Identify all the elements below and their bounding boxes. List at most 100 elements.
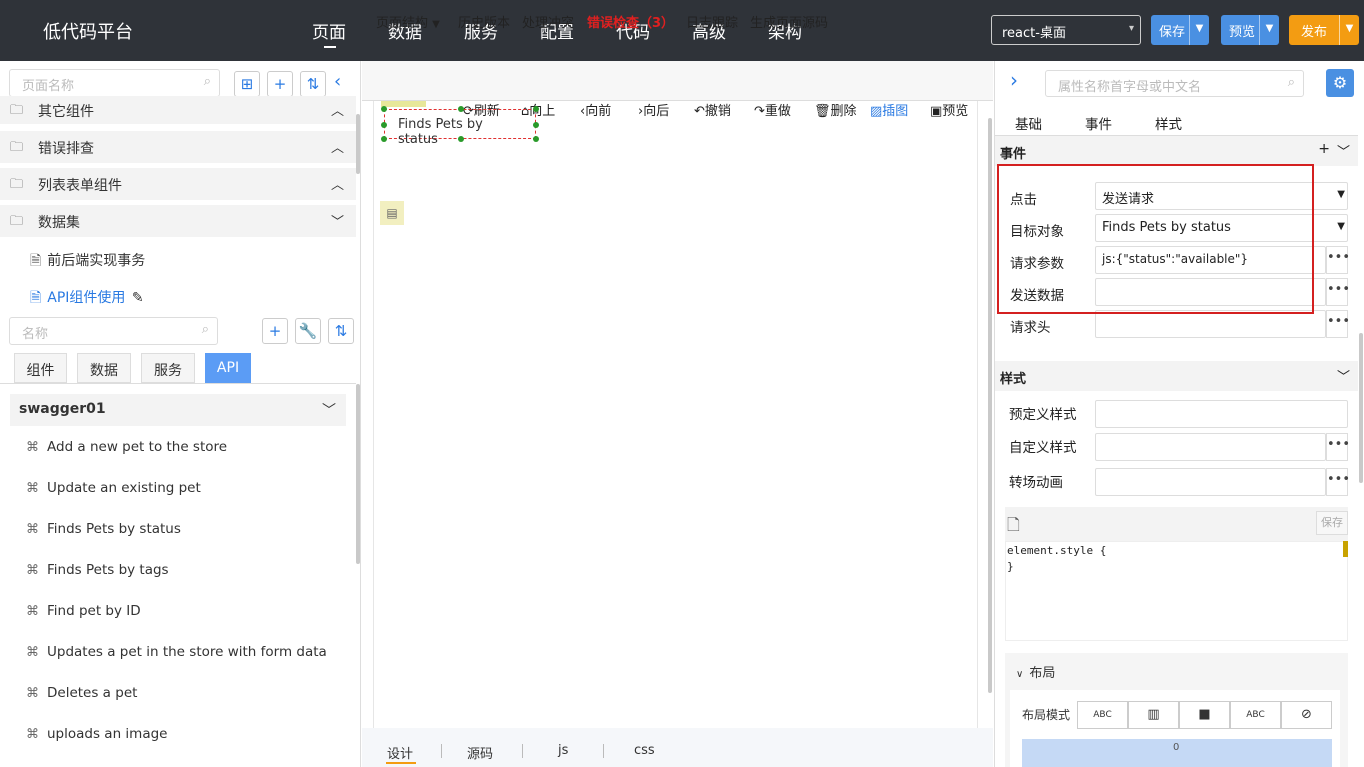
request-header-field[interactable] (1095, 310, 1326, 338)
resolve-conflicts[interactable]: 处理冲突 (522, 12, 574, 31)
caret-down-icon[interactable]: ▼ (1259, 15, 1279, 45)
tab-components[interactable]: 组件 (14, 353, 67, 383)
tab-source[interactable]: 源码 (467, 743, 493, 762)
plus-icon[interactable]: + (1318, 141, 1330, 157)
api-item[interactable]: ⌘ Finds Pets by tags (26, 562, 169, 578)
generate-source[interactable]: 生成页面源码 (750, 12, 828, 31)
api-group-header[interactable]: swagger01 ﹀ (10, 394, 346, 426)
resize-handle[interactable] (533, 122, 539, 128)
more-icon[interactable]: ••• (1326, 310, 1350, 338)
page-item[interactable]: 🗎 前后端实现事务 (30, 250, 145, 274)
transition-field[interactable] (1095, 468, 1326, 496)
custom-style-field[interactable] (1095, 433, 1326, 461)
tab-events[interactable]: 事件 (1085, 113, 1112, 133)
tab-js[interactable]: js (558, 743, 568, 758)
resize-handle[interactable] (533, 136, 539, 142)
caret-down-icon[interactable]: ▼ (1189, 15, 1209, 45)
resize-handle[interactable] (381, 136, 387, 142)
more-icon[interactable]: ••• (1326, 468, 1350, 496)
box-margin-value[interactable]: 0 (1173, 742, 1179, 753)
editor-toolbar (362, 61, 993, 101)
property-search-input[interactable]: 属性名称首字母或中文名 ⌕ (1045, 70, 1304, 97)
tab-basic[interactable]: 基础 (1015, 113, 1042, 133)
caret-down-icon[interactable]: ▼ (1339, 15, 1359, 45)
category-list-form[interactable]: 🗀 列表表单组件 ︿ (0, 168, 356, 200)
add-folder-icon[interactable]: ⊞ (234, 71, 260, 97)
preview-canvas-button[interactable]: ▣预览 (930, 100, 968, 119)
undo-button[interactable]: ↶撤销 (694, 100, 731, 119)
insert-image-button[interactable]: ▨插图 (870, 100, 908, 119)
page-item-active[interactable]: 🗎 API组件使用 ✎ (30, 287, 144, 311)
category-other[interactable]: 🗀 其它组件 ︿ (0, 96, 356, 124)
resize-handle[interactable] (458, 136, 464, 142)
more-icon[interactable]: ••• (1326, 246, 1350, 274)
tab-css[interactable]: css (634, 743, 655, 758)
more-icon[interactable]: ••• (1326, 278, 1350, 306)
api-item[interactable]: ⌘ Add a new pet to the store (26, 439, 227, 455)
style-section-header[interactable]: 样式 ﹀ (995, 361, 1358, 391)
scrollbar[interactable] (356, 384, 360, 564)
search-icon: ⌕ (203, 74, 211, 89)
api-item[interactable]: ⌘ Deletes a pet (26, 685, 137, 701)
redo-button[interactable]: ↷重做 (754, 100, 791, 119)
resize-handle[interactable] (533, 106, 539, 112)
more-icon[interactable]: ••• (1326, 433, 1350, 461)
sort-icon[interactable]: ⇅ (300, 71, 326, 97)
scrollbar[interactable] (356, 114, 360, 174)
component-search-input[interactable]: 名称 ⌕ (9, 317, 218, 345)
css-editor[interactable]: element.style { } (1005, 541, 1348, 641)
preview-button[interactable]: 预览 ▼ (1221, 15, 1279, 45)
add-icon[interactable]: + (262, 318, 288, 344)
editor-marker (1343, 541, 1348, 557)
layout-inline-block-button[interactable]: ABC (1230, 701, 1281, 729)
predefined-style-field[interactable] (1095, 400, 1348, 428)
pencil-icon[interactable]: ✎ (132, 290, 144, 306)
tab-api[interactable]: API (205, 353, 251, 383)
layout-block-button[interactable]: ■ (1179, 701, 1230, 729)
tab-services[interactable]: 服务 (141, 353, 195, 383)
wrench-icon[interactable]: 🔧 (295, 318, 321, 344)
events-section-header[interactable]: 事件 + ﹀ (995, 136, 1358, 166)
delete-button[interactable]: 🗑删除 (814, 100, 857, 119)
move-back-button[interactable]: ›向后 (638, 100, 669, 119)
layout-columns-button[interactable]: ▥ (1128, 701, 1179, 729)
page-structure-menu[interactable]: 页面结构 ▼ (376, 12, 440, 31)
tab-data[interactable]: 数据 (77, 353, 131, 383)
gear-icon[interactable]: ⚙ (1326, 69, 1354, 97)
scrollbar[interactable] (988, 118, 992, 693)
api-item[interactable]: ⌘ Update an existing pet (26, 480, 201, 496)
selected-component[interactable]: Finds Pets by status (384, 109, 536, 147)
layout-header[interactable]: ∨ 布局 (1016, 662, 1055, 681)
css-save-button[interactable]: 保存 (1316, 511, 1348, 535)
nav-page[interactable]: 页面 (312, 18, 346, 48)
page-search-input[interactable]: 页面名称 ⌕ (9, 69, 220, 97)
file-icon[interactable]: 🗋 (1007, 514, 1020, 541)
design-canvas[interactable] (373, 101, 978, 728)
layout-inline-button[interactable]: ABC (1077, 701, 1128, 729)
expand-right-icon[interactable]: › (1010, 68, 1018, 92)
api-item[interactable]: ⌘ Updates a pet in the store with form da… (26, 644, 327, 660)
category-dataset[interactable]: 🗀 数据集 ﹀ (0, 205, 356, 237)
scrollbar[interactable] (1359, 333, 1363, 483)
datasource-icon[interactable]: ▤ (380, 201, 404, 225)
resize-handle[interactable] (381, 106, 387, 112)
project-select[interactable]: react-桌面 ▾ (991, 15, 1141, 45)
category-error-check[interactable]: 🗀 错误排查 ︿ (0, 131, 356, 163)
resize-handle[interactable] (458, 106, 464, 112)
tab-design[interactable]: 设计 (387, 743, 413, 762)
api-item[interactable]: ⌘ uploads an image (26, 726, 167, 742)
publish-button[interactable]: 发布 ▼ (1289, 15, 1359, 45)
add-page-icon[interactable]: + (267, 71, 293, 97)
history-versions[interactable]: 历史版本 (458, 12, 510, 31)
log-trace[interactable]: 日志跟踪 (686, 12, 738, 31)
layout-hidden-button[interactable]: ⊘ (1281, 701, 1332, 729)
api-item[interactable]: ⌘ Finds Pets by status (26, 521, 181, 537)
resize-handle[interactable] (381, 122, 387, 128)
tab-style[interactable]: 样式 (1155, 113, 1182, 133)
save-button[interactable]: 保存 ▼ (1151, 15, 1209, 45)
sort-icon[interactable]: ⇅ (328, 318, 354, 344)
collapse-left-icon[interactable]: ‹ (334, 71, 341, 92)
error-check[interactable]: 错误检查（3） (587, 12, 674, 31)
move-forward-button[interactable]: ‹向前 (580, 100, 611, 119)
api-item[interactable]: ⌘ Find pet by ID (26, 603, 141, 619)
